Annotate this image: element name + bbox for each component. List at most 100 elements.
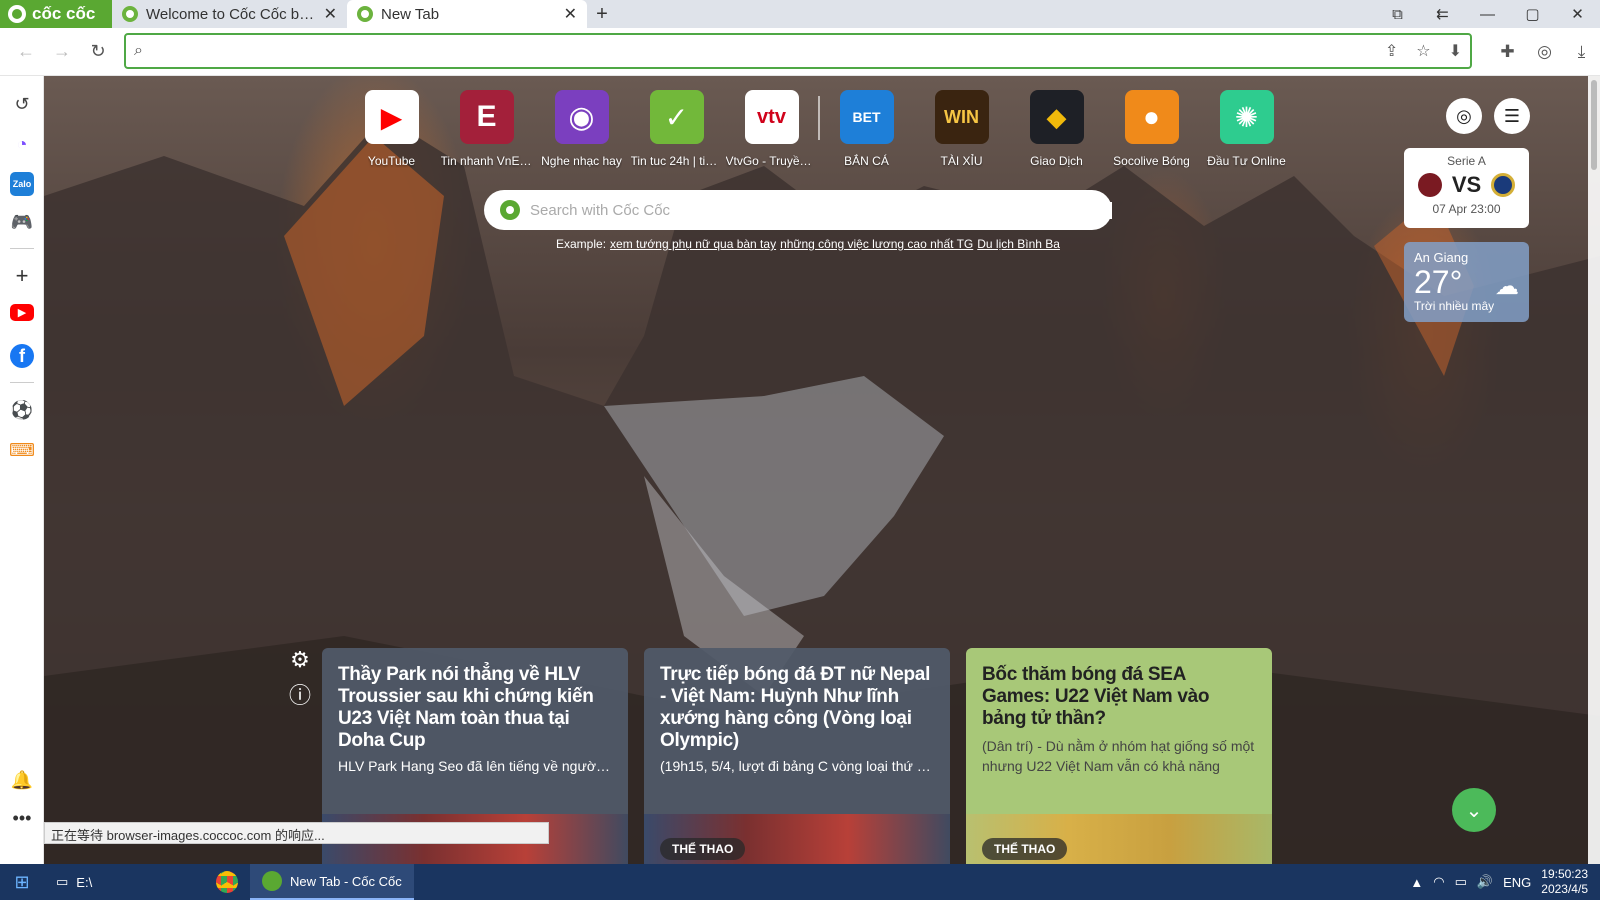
close-tab-icon[interactable]: ✕ [564, 4, 577, 24]
coccoc-menu-button[interactable]: cốc cốc [0, 0, 112, 28]
game-icon[interactable]: 🎮 [10, 210, 34, 234]
minimize-button[interactable]: — [1465, 6, 1510, 23]
example-link[interactable]: những công việc lương cao nhất TG [780, 237, 973, 251]
zalo-icon[interactable]: Zalo [10, 172, 34, 196]
tab-title: Welcome to Cốc Cốc browser [146, 5, 316, 23]
history-icon[interactable]: ↺ [10, 92, 34, 116]
wifi-icon[interactable]: ◠ [1433, 874, 1444, 890]
scrollbar-thumb[interactable] [1591, 80, 1597, 170]
news-card[interactable]: Trực tiếp bóng đá ĐT nữ Nepal - Việt Nam… [644, 648, 950, 864]
shortcut-label: Đầu Tư Online [1207, 154, 1286, 168]
windows-start-button[interactable]: ⊞ [0, 864, 44, 900]
reload-button[interactable]: ↻ [80, 41, 116, 62]
back-button[interactable]: ← [8, 41, 44, 62]
close-tab-icon[interactable]: ✕ [324, 4, 337, 24]
shortcut-tintuc24h[interactable]: ✓ Tin tuc 24h | tin tức [629, 90, 724, 168]
star-icon[interactable]: ☆ [1416, 41, 1430, 61]
clock[interactable]: 19:50:23 2023/4/5 [1541, 867, 1588, 897]
news-category-tag: THỂ THAO [982, 838, 1068, 860]
notification-bell-icon[interactable]: 🔔 [10, 768, 34, 792]
status-bubble: 正在等待 browser-images.coccoc.com 的响应... [44, 822, 549, 844]
settings-sliders-icon: ☰ [1503, 105, 1521, 126]
forward-button[interactable]: → [44, 41, 80, 62]
shortcut-music[interactable]: ◉ Nghe nhạc hay [534, 90, 629, 168]
maximize-button[interactable]: ▢ [1510, 5, 1555, 23]
news-headline: Trực tiếp bóng đá ĐT nữ Nepal - Việt Nam… [660, 664, 931, 751]
brand-name: cốc cốc [32, 4, 96, 23]
tab-title: New Tab [381, 5, 440, 23]
shortcut-youtube[interactable]: ▶ YouTube [344, 90, 439, 168]
weather-widget[interactable]: An Giang 27° ☁ Trời nhiều mây [1404, 242, 1529, 322]
screenshot-icon[interactable]: ⧉ [1375, 6, 1420, 23]
shortcut-label: Tin nhanh VnExpress [440, 154, 533, 168]
shortcut-label: Tin tuc 24h | tin tức [630, 154, 723, 168]
new-tab-button[interactable]: + [587, 0, 617, 28]
taskbar-explorer[interactable]: ▭ E:\ [44, 864, 204, 900]
weather-desc: Trời nhiều mây [1414, 299, 1495, 313]
share-icon[interactable]: ⇪ [1385, 41, 1398, 61]
salernitana-crest-icon [1417, 173, 1442, 197]
shortcut-label: VtvGo - Truyền hình [725, 154, 818, 168]
add-sidebar-app-icon[interactable]: + [10, 263, 34, 288]
close-window-button[interactable]: ✕ [1555, 5, 1600, 23]
shopping-icon[interactable]: ⌨ [9, 438, 35, 462]
shortcut-label: Socolive Bóng [1113, 154, 1190, 168]
profile-icon[interactable]: ◎ [1526, 42, 1563, 62]
news-settings-icon[interactable]: ⚙ [288, 647, 312, 672]
info-icon[interactable]: ⓘ [288, 682, 312, 708]
news-summary: (19h15, 5/4, lượt đi bảng C vòng loại th… [660, 758, 934, 774]
volume-icon[interactable]: 🔊 [1477, 874, 1493, 890]
shortcut-vnexpress[interactable]: E Tin nhanh VnExpress [439, 90, 534, 168]
shortcut-vtvgo[interactable]: vtv VtvGo - Truyền hình [724, 90, 819, 168]
account-button[interactable]: ◎ [1446, 98, 1482, 134]
example-link[interactable]: Du lịch Bình Ba [977, 237, 1060, 251]
shortcut-label: BẮN CÁ [844, 154, 889, 168]
news-card[interactable]: Bốc thăm bóng đá SEA Games: U22 Việt Nam… [966, 648, 1272, 864]
coccoc-logo-icon [8, 5, 26, 23]
tray-app-icon[interactable]: ▲ [1410, 875, 1423, 890]
youtube-icon: ▶ [364, 90, 419, 144]
extensions-icon[interactable]: ✚ [1489, 42, 1526, 62]
download-page-icon[interactable]: ⬇ [1449, 41, 1462, 61]
more-options-icon[interactable]: ••• [10, 806, 34, 830]
fish-game-icon: BET [839, 90, 894, 144]
sidebar-toggle-icon[interactable]: ⇇ [1420, 5, 1465, 23]
shortcut-binance[interactable]: ◆ Giao Dịch [1009, 90, 1104, 168]
match-widget[interactable]: Serie A VS 07 Apr 23:00 [1404, 148, 1529, 228]
example-link[interactable]: xem tướng phụ nữ qua bàn tay [610, 237, 776, 251]
league-name: Serie A [1447, 154, 1486, 168]
search-input[interactable] [530, 201, 1112, 219]
tab-welcome[interactable]: Welcome to Cốc Cốc browser ✕ [112, 0, 347, 28]
taskbar-app-label: New Tab - Cốc Cốc [290, 873, 402, 889]
football-icon[interactable]: ⚽ [10, 398, 34, 422]
battery-icon[interactable]: ▭ [1455, 874, 1467, 890]
shortcut-ban-ca[interactable]: BET BẮN CÁ [819, 90, 914, 168]
language-indicator[interactable]: ENG [1503, 875, 1531, 890]
youtube-sidebar-icon[interactable]: ▶ [10, 304, 34, 321]
downloads-icon[interactable]: ⤓ [1563, 42, 1600, 62]
taskbar-coccoc[interactable]: New Tab - Cốc Cốc [250, 864, 414, 900]
page-scrollbar[interactable] [1588, 76, 1600, 864]
tab-new-tab[interactable]: New Tab ✕ [347, 0, 587, 28]
taskbar: ⊞ ▭ E:\ New Tab - Cốc Cốc ▲ ◠ ▭ 🔊 ENG 19… [0, 864, 1600, 900]
shortcut-tai-xiu[interactable]: WIN TÀI XỈU [914, 90, 1009, 168]
win-game-icon: WIN [934, 90, 989, 144]
weather-city: An Giang [1414, 250, 1469, 265]
coccoc-favicon-icon [262, 871, 282, 891]
customize-button[interactable]: ☰ [1494, 98, 1530, 134]
examples-label: Example: [556, 237, 607, 251]
coccoc-search-box[interactable] [484, 190, 1112, 230]
scroll-down-button[interactable]: ⌄ [1452, 788, 1496, 832]
taskbar-chrome[interactable] [204, 864, 250, 900]
facebook-icon[interactable]: f [10, 344, 34, 368]
coccoc-favicon-icon [357, 6, 373, 22]
news-headline: Thầy Park nói thẳng về HLV Troussier sau… [338, 664, 594, 751]
shortcut-socolive[interactable]: ● Socolive Bóng [1104, 90, 1199, 168]
news-headline: Bốc thăm bóng đá SEA Games: U22 Việt Nam… [982, 664, 1210, 729]
address-bar[interactable]: ⌕ ⇪ ☆ ⬇ [124, 33, 1472, 69]
chrome-icon [216, 871, 238, 893]
vtvgo-icon: vtv [744, 90, 799, 144]
address-input[interactable] [152, 42, 1375, 60]
messenger-icon[interactable]: ◔ [10, 132, 34, 156]
shortcut-dau-tu[interactable]: ✺ Đầu Tư Online [1199, 90, 1294, 168]
